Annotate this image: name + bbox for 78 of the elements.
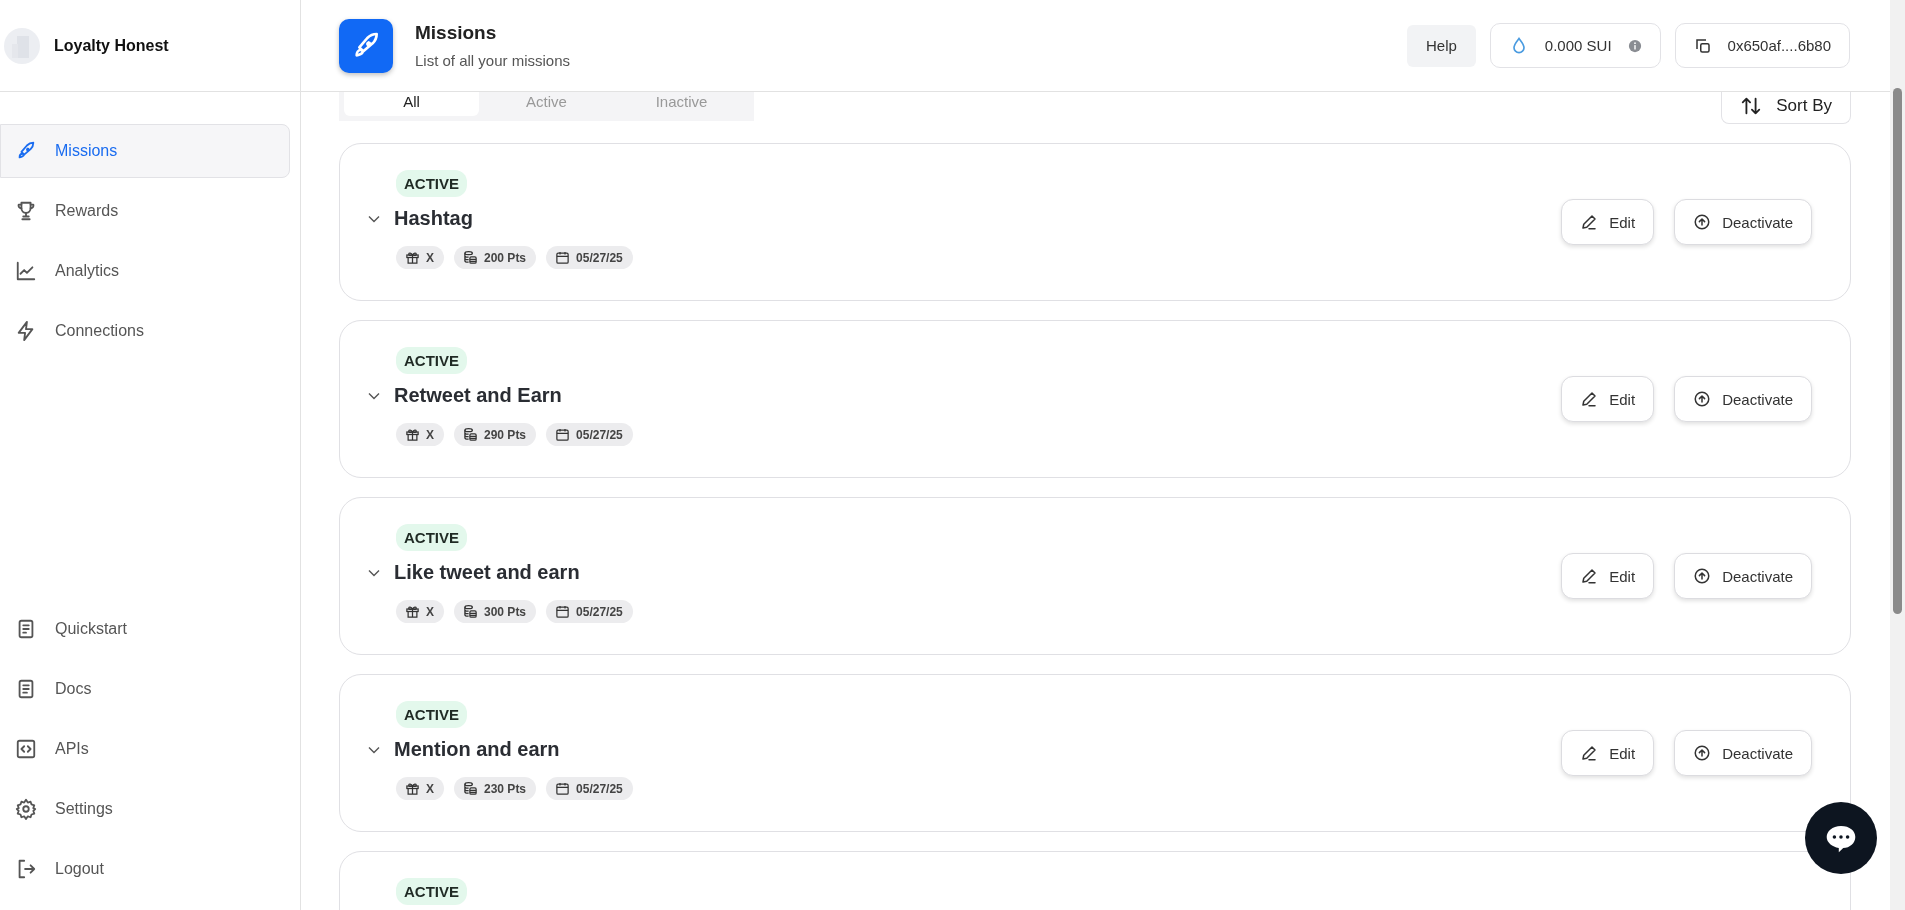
status-badge: ACTIVE <box>396 701 467 728</box>
edit-button[interactable]: Edit <box>1561 553 1655 599</box>
deactivate-button[interactable]: Deactivate <box>1674 199 1812 245</box>
line-chart-icon <box>15 260 37 282</box>
brand-name: Loyalty Honest <box>54 36 169 55</box>
building-avatar-icon <box>4 27 40 64</box>
date-chip: 05/27/25 <box>546 423 633 446</box>
pencil-icon <box>1580 744 1599 762</box>
platform-chip: X <box>396 246 444 269</box>
mission-title: Hashtag <box>394 207 473 230</box>
coins-icon <box>463 781 478 796</box>
page-title: Missions <box>415 22 498 44</box>
chevron-down-icon[interactable] <box>368 745 380 754</box>
arrow-up-circle-icon <box>1693 567 1712 585</box>
scrollbar[interactable] <box>1890 0 1905 910</box>
sort-button[interactable]: Sort By <box>1721 92 1851 124</box>
sidebar-item[interactable]: Settings <box>0 782 290 836</box>
status-badge: ACTIVE <box>396 347 467 374</box>
pencil-icon <box>1580 567 1599 585</box>
arrow-up-circle-icon <box>1693 744 1712 762</box>
status-badge: ACTIVE <box>396 170 467 197</box>
chevron-down-icon[interactable] <box>368 568 380 577</box>
coins-icon <box>463 427 478 442</box>
wallet-address-button[interactable]: 0x650af....6b80 <box>1674 23 1850 68</box>
chevron-down-icon[interactable] <box>368 214 380 223</box>
calendar-icon <box>555 781 571 796</box>
sidebar-item[interactable]: Connections <box>0 304 290 358</box>
copy-icon <box>1693 36 1712 55</box>
platform-chip: X <box>396 600 444 623</box>
pencil-icon <box>1580 390 1599 408</box>
chevron-down-icon[interactable] <box>368 391 380 400</box>
sidebar-item[interactable]: Quickstart <box>0 602 290 656</box>
edit-button[interactable]: Edit <box>1561 199 1655 245</box>
date-chip: 05/27/25 <box>546 777 633 800</box>
points-chip: 230 Pts <box>454 777 537 800</box>
sidebar-item[interactable]: Logout <box>0 842 290 896</box>
deactivate-button[interactable]: Deactivate <box>1674 376 1812 422</box>
balance-button[interactable]: 0.000 SUI <box>1489 23 1661 68</box>
arrow-up-circle-icon <box>1693 213 1712 231</box>
help-button[interactable]: Help <box>1407 24 1476 67</box>
gift-icon <box>405 427 420 442</box>
filter-tab[interactable]: All <box>344 92 479 116</box>
status-badge: ACTIVE <box>396 524 467 551</box>
mission-title: Like tweet and earn <box>394 561 580 584</box>
coins-icon <box>463 250 478 265</box>
gift-icon <box>405 604 420 619</box>
gift-icon <box>405 250 420 265</box>
platform-chip: X <box>396 423 444 446</box>
code-icon <box>15 738 37 760</box>
deactivate-button[interactable]: Deactivate <box>1674 730 1812 776</box>
deactivate-button[interactable]: Deactivate <box>1674 553 1812 599</box>
points-chip: 290 Pts <box>454 423 537 446</box>
edit-button[interactable]: Edit <box>1561 730 1655 776</box>
sidebar-item[interactable]: APIs <box>0 722 290 776</box>
sidebar-item[interactable]: Rewards <box>0 184 290 238</box>
settings-icon <box>15 798 37 820</box>
points-chip: 300 Pts <box>454 600 537 623</box>
date-chip: 05/27/25 <box>546 246 633 269</box>
status-badge: ACTIVE <box>396 878 467 905</box>
calendar-icon <box>555 250 571 265</box>
page-subtitle: List of all your missions <box>415 52 571 69</box>
gift-icon <box>405 781 420 796</box>
calendar-icon <box>555 427 571 442</box>
arrow-up-circle-icon <box>1693 390 1712 408</box>
mission-title: Mention and earn <box>394 738 560 761</box>
sidebar-item[interactable]: Analytics <box>0 244 290 298</box>
date-chip: 05/27/25 <box>546 600 633 623</box>
coins-icon <box>463 604 478 619</box>
trophy-icon <box>15 200 37 222</box>
sidebar-item[interactable]: Missions <box>0 124 290 178</box>
edit-button[interactable]: Edit <box>1561 376 1655 422</box>
info-icon <box>1627 38 1642 53</box>
points-chip: 200 Pts <box>454 246 537 269</box>
calendar-icon <box>555 604 571 619</box>
platform-chip: X <box>396 777 444 800</box>
mission-title: Retweet and Earn <box>394 384 562 407</box>
sidebar-item[interactable]: Docs <box>0 662 290 716</box>
pencil-icon <box>1580 213 1599 231</box>
